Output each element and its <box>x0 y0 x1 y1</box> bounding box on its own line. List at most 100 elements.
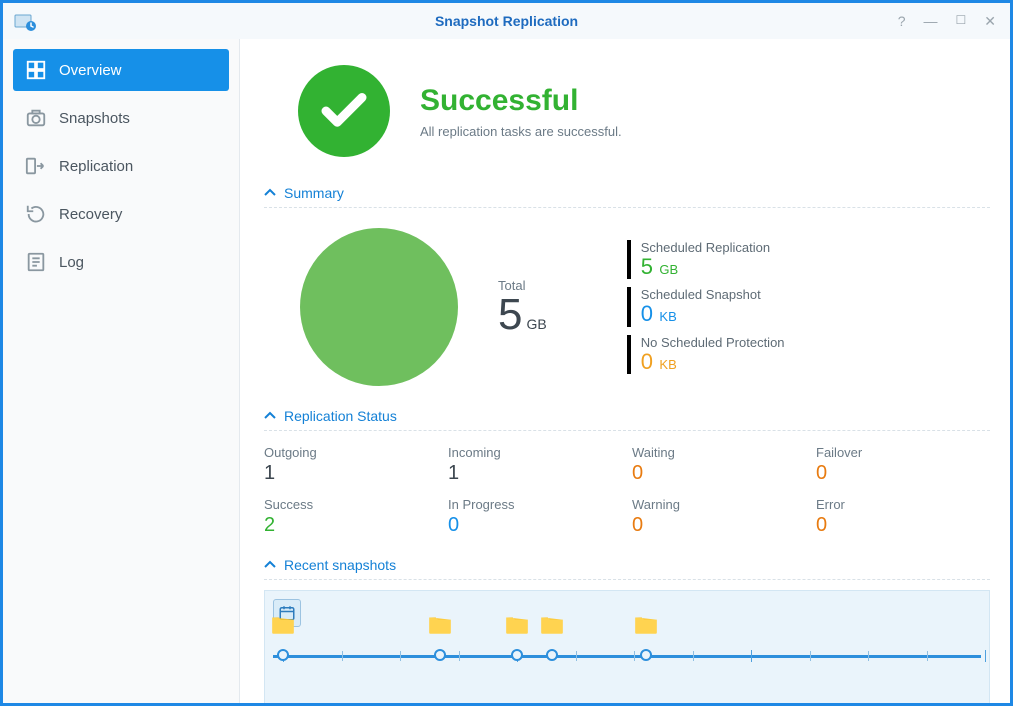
legend-no-protection: No Scheduled Protection 0 KB <box>627 335 785 374</box>
timeline-marker[interactable] <box>546 649 558 661</box>
title-bar: Snapshot Replication ? ― ☐ ✕ <box>3 3 1010 39</box>
camera-icon <box>25 107 47 129</box>
timeline-axis <box>273 655 981 658</box>
close-button[interactable]: ✕ <box>984 13 996 30</box>
rep-value: 0 <box>816 514 990 537</box>
sidebar-item-replication[interactable]: Replication <box>13 145 229 187</box>
rep-label: Outgoing <box>264 445 438 460</box>
timeline-tick <box>576 651 577 661</box>
legend-label: Scheduled Snapshot <box>641 287 785 302</box>
timeline-tick <box>868 651 869 661</box>
sidebar-item-recovery[interactable]: Recovery <box>13 193 229 235</box>
window-title: Snapshot Replication <box>3 13 1010 29</box>
sidebar-item-log[interactable]: Log <box>13 241 229 283</box>
section-toggle-summary[interactable]: Summary <box>264 179 990 208</box>
sidebar: Overview Snapshots Replication Recovery <box>3 39 239 703</box>
legend-scheduled-replication: Scheduled Replication 5 GB <box>627 240 785 279</box>
summary-panel: Total 5GB Scheduled Replication 5 GB Sch… <box>264 218 990 402</box>
snapshot-folder-icon[interactable] <box>270 613 296 635</box>
timeline-tick <box>459 651 460 661</box>
total-block: Total 5GB <box>498 278 547 337</box>
sidebar-item-label: Log <box>59 254 84 271</box>
legend-scheduled-snapshot: Scheduled Snapshot 0 KB <box>627 287 785 326</box>
section-title: Replication Status <box>284 408 397 424</box>
snapshot-folder-icon[interactable] <box>427 613 453 635</box>
log-icon <box>25 251 47 273</box>
legend-unit: KB <box>659 309 676 324</box>
sidebar-item-label: Replication <box>59 158 133 175</box>
minimize-button[interactable]: ― <box>924 13 938 30</box>
snapshot-folder-icon[interactable] <box>504 613 530 635</box>
rep-label: Incoming <box>448 445 622 460</box>
snapshot-folder-icon[interactable] <box>539 613 565 635</box>
main-content: Successful All replication tasks are suc… <box>240 39 1010 703</box>
success-check-icon <box>298 65 390 157</box>
snapshot-folder-icon[interactable] <box>633 613 659 635</box>
replication-cell: Waiting 0 <box>632 445 806 485</box>
rep-label: In Progress <box>448 497 622 512</box>
section-title: Summary <box>284 185 344 201</box>
rep-value: 0 <box>632 462 806 485</box>
rep-label: Warning <box>632 497 806 512</box>
replication-cell: In Progress0 <box>448 497 622 537</box>
sidebar-item-snapshots[interactable]: Snapshots <box>13 97 229 139</box>
rep-value: 0 <box>632 514 806 537</box>
sidebar-item-label: Recovery <box>59 206 122 223</box>
sidebar-item-label: Overview <box>59 62 122 79</box>
timeline-tick <box>927 651 928 661</box>
section-toggle-recent[interactable]: Recent snapshots <box>264 551 990 580</box>
recovery-icon <box>25 203 47 225</box>
legend-value: 0 <box>641 301 653 326</box>
replication-cell: Outgoing 1 <box>264 445 438 485</box>
replication-cell: Warning 0 <box>632 497 806 537</box>
timeline[interactable]: 11:00 12:00 13:00 <box>264 590 990 703</box>
timeline-tick <box>810 651 811 661</box>
status-hero: Successful All replication tasks are suc… <box>298 65 990 157</box>
rep-value: 2 <box>264 514 438 537</box>
legend-unit: KB <box>659 357 676 372</box>
replication-cell: Error 0 <box>816 497 990 537</box>
rep-label: Error <box>816 497 990 512</box>
rep-value: 1 <box>448 462 622 485</box>
legend-unit: GB <box>659 262 678 277</box>
chevron-up-icon <box>264 187 276 199</box>
timeline-tick <box>342 651 343 661</box>
help-button[interactable]: ? <box>898 13 906 30</box>
legend-value: 0 <box>641 349 653 374</box>
replication-cell: Incoming 1 <box>448 445 622 485</box>
timeline-tick <box>634 651 635 661</box>
status-headline: Successful <box>420 84 622 118</box>
maximize-button[interactable]: ☐ <box>956 13 967 30</box>
section-title: Recent snapshots <box>284 557 396 573</box>
sidebar-item-overview[interactable]: Overview <box>13 49 229 91</box>
rep-label: Failover <box>816 445 990 460</box>
timeline-tick <box>693 651 694 661</box>
section-toggle-replication[interactable]: Replication Status <box>264 402 990 431</box>
chevron-up-icon <box>264 410 276 422</box>
replication-status-grid: Outgoing 1 Incoming 1 Waiting 0 Failover 0 Succe… <box>264 441 990 551</box>
status-subtitle: All replication tasks are successful. <box>420 124 622 139</box>
rep-label: Waiting <box>632 445 806 460</box>
timeline-marker[interactable] <box>434 649 446 661</box>
legend-label: Scheduled Replication <box>641 240 785 255</box>
rep-label: Success <box>264 497 438 512</box>
timeline-tick <box>400 651 401 661</box>
replication-icon <box>25 155 47 177</box>
rep-value: 1 <box>264 462 438 485</box>
timeline-tick <box>751 650 752 662</box>
timeline-marker[interactable] <box>277 649 289 661</box>
overview-icon <box>25 59 47 81</box>
replication-cell: Failover 0 <box>816 445 990 485</box>
rep-value: 0 <box>816 462 990 485</box>
chevron-up-icon <box>264 559 276 571</box>
timeline-marker[interactable] <box>640 649 652 661</box>
legend-value: 5 <box>641 254 653 279</box>
replication-cell: Success 2 <box>264 497 438 537</box>
total-value: 5 <box>498 290 522 339</box>
legend-label: No Scheduled Protection <box>641 335 785 350</box>
timeline-marker[interactable] <box>511 649 523 661</box>
sidebar-item-label: Snapshots <box>59 110 130 127</box>
app-icon <box>13 9 37 33</box>
timeline-tick <box>985 650 986 662</box>
usage-donut <box>300 228 458 386</box>
